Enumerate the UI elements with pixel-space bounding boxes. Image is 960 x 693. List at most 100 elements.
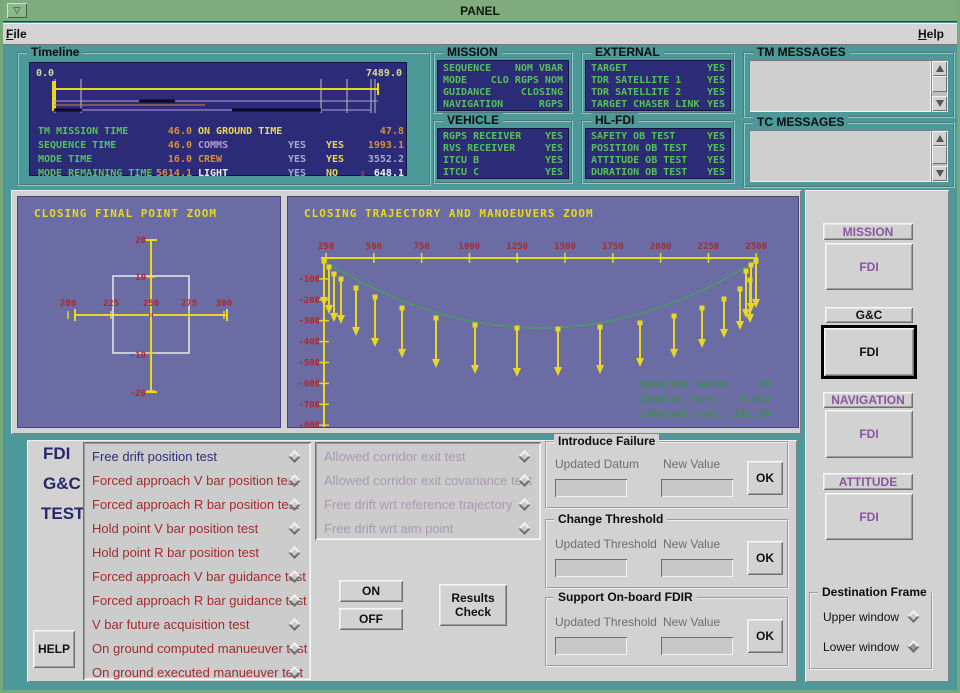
nav-mission-fdi-button[interactable]: FDI xyxy=(825,243,913,290)
tm-messages-scrollbar[interactable] xyxy=(931,60,948,112)
test-item-label: Allowed corridor exit test xyxy=(324,449,466,464)
nav-navigation-fdi-button[interactable]: FDI xyxy=(825,410,913,458)
status-label: ATTITUDE OB TEST xyxy=(591,155,687,167)
on-button[interactable]: ON xyxy=(339,580,403,602)
y-tick-label: -200 xyxy=(298,296,320,306)
status-label: TARGET CHASER LINK xyxy=(591,99,699,111)
status-value: YES xyxy=(707,143,725,155)
support-onboard-fdir-title: Support On-board FDIR xyxy=(554,590,697,604)
status-value: CLOSING xyxy=(521,87,563,99)
updated-datum-label: Updated Datum xyxy=(555,457,639,471)
support-onboard-fdir-ok-button[interactable]: OK xyxy=(747,619,783,653)
status-label: SAFETY OB TEST xyxy=(591,131,675,143)
menu-file[interactable]: File xyxy=(0,24,33,44)
status-row: GUIDANCECLOSING xyxy=(438,87,568,99)
nav-navigation-label-button[interactable]: NAVIGATION xyxy=(823,392,913,408)
test-item-label: On ground executed manueuver test xyxy=(92,665,303,680)
new-value-input[interactable] xyxy=(661,479,733,497)
test-toggle[interactable] xyxy=(518,450,531,463)
timeline-cell: TM MISSION TIME xyxy=(38,125,128,139)
y-tick-label: -400 xyxy=(298,338,320,348)
test-item[interactable]: Hold point V bar position test xyxy=(83,517,311,541)
nav-navigation-label: NAVIGATION xyxy=(831,393,905,407)
test-item-label: Free drift position test xyxy=(92,449,217,464)
test-item[interactable]: On ground executed manueuver test xyxy=(83,661,311,685)
new-value-input[interactable] xyxy=(661,637,733,655)
test-item[interactable]: Forced approach R bar guidance test xyxy=(83,589,311,613)
test-item[interactable]: Forced approach R bar position test xyxy=(83,493,311,517)
test-item-disabled[interactable]: Allowed corridor exit test xyxy=(315,445,541,469)
status-label: TARGET xyxy=(591,63,627,75)
test-item[interactable]: V bar future acquisition test xyxy=(83,613,311,637)
nav-attitude-fdi-button[interactable]: FDI xyxy=(825,493,913,540)
x-tick-label: 1500 xyxy=(554,242,576,252)
change-threshold-ok-button[interactable]: OK xyxy=(747,541,783,575)
test-item[interactable]: Hold point R bar position test xyxy=(83,541,311,565)
test-item[interactable]: Forced approach V bar guidance test xyxy=(83,565,311,589)
test-item[interactable]: Forced approach V bar position test xyxy=(83,469,311,493)
test-toggle[interactable] xyxy=(518,522,531,535)
results-check-button[interactable]: Results Check xyxy=(439,584,507,626)
status-row: ATTITUDE OB TESTYES xyxy=(586,155,730,167)
timeline-cell: 16.0 xyxy=(124,153,192,167)
right-plot-title: CLOSING TRAJECTORY AND MANOEUVERS ZOOM xyxy=(304,207,594,220)
status-value: YES xyxy=(707,63,725,75)
test-item-disabled[interactable]: Allowed corridor exit covariance test xyxy=(315,469,541,493)
status-row: NAVIGATIONRGPS xyxy=(438,99,568,111)
scroll-down-button[interactable] xyxy=(932,166,947,181)
new-value-input[interactable] xyxy=(661,559,733,577)
test-toggle[interactable] xyxy=(518,498,531,511)
status-value: CLO RGPS NOM xyxy=(491,75,563,87)
timeline-end: 7489.0 xyxy=(366,68,402,79)
lower-window-toggle[interactable] xyxy=(907,640,920,653)
scroll-thumb[interactable] xyxy=(932,76,947,92)
impulse-arrowhead xyxy=(670,349,678,358)
status-label: POSITION OB TEST xyxy=(591,143,687,155)
test-toggle[interactable] xyxy=(288,450,301,463)
test-item[interactable]: On ground computed manueuver test xyxy=(83,637,311,661)
test-toggle[interactable] xyxy=(288,522,301,535)
impulse-arrowhead xyxy=(471,365,479,374)
nav-gc-fdi-button[interactable]: FDI xyxy=(824,328,914,376)
introduce-failure-ok-button[interactable]: OK xyxy=(747,461,783,495)
test-item-label: Free drift wrt reference trajectory xyxy=(324,497,513,512)
timeline-row: MODE REMAINING TIME5614.1LIGHTYESNOs648.… xyxy=(30,167,406,181)
impulse-arrowhead xyxy=(554,367,562,376)
nav-mission-label-button[interactable]: MISSION xyxy=(823,223,913,240)
timeline-cell: 648.1 xyxy=(334,167,404,181)
test-item-disabled[interactable]: Free drift wrt reference trajectory xyxy=(315,493,541,517)
test-item[interactable]: Free drift position test xyxy=(83,445,311,469)
scroll-thumb[interactable] xyxy=(932,146,947,164)
scroll-up-button[interactable] xyxy=(932,61,947,76)
impulse-arrowhead xyxy=(325,305,333,314)
scroll-down-button[interactable] xyxy=(932,96,947,111)
support-onboard-fdir-group: Support On-board FDIR Updated Threshold … xyxy=(545,597,789,667)
test-toggle[interactable] xyxy=(288,546,301,559)
tm-messages-list[interactable] xyxy=(749,60,931,112)
timeline-cell: CREW xyxy=(198,153,222,167)
scroll-up-button[interactable] xyxy=(932,131,947,146)
updated-threshold-input[interactable] xyxy=(555,559,627,577)
mission-group-title: MISSION xyxy=(443,45,502,59)
help-button[interactable]: HELP xyxy=(33,630,75,668)
test-item-disabled[interactable]: Free drift wrt aim point xyxy=(315,517,541,541)
impulse-arrowhead xyxy=(636,358,644,367)
tc-messages-list[interactable] xyxy=(749,130,931,182)
timeline-cell: YES xyxy=(288,153,306,167)
updated-datum-input[interactable] xyxy=(555,479,627,497)
status-label: DURATION OB TEST xyxy=(591,167,687,179)
updated-threshold-input[interactable] xyxy=(555,637,627,655)
introduce-failure-title: Introduce Failure xyxy=(554,434,659,448)
tc-messages-scrollbar[interactable] xyxy=(931,130,948,182)
status-value: YES xyxy=(707,87,725,99)
menu-help[interactable]: Help xyxy=(912,24,950,44)
stat-value: 291.50 xyxy=(734,409,770,420)
impulse-arrowhead xyxy=(371,338,379,347)
upper-window-toggle[interactable] xyxy=(907,610,920,623)
nav-attitude-label-button[interactable]: ATTITUDE xyxy=(823,473,913,490)
nav-gc-fdi-label: FDI xyxy=(859,345,878,359)
test-toggle[interactable] xyxy=(288,618,301,631)
off-button[interactable]: OFF xyxy=(339,608,403,630)
new-value-label: New Value xyxy=(663,615,720,629)
nav-gc-label-button[interactable]: G&C xyxy=(825,307,913,323)
